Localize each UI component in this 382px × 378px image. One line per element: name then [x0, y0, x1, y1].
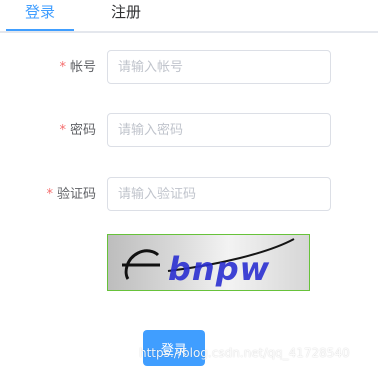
login-button[interactable]: 登录 [143, 330, 205, 366]
active-tab-indicator [6, 29, 74, 31]
captcha-graphic: bnpw [122, 238, 295, 288]
captcha-image[interactable]: bnpw [107, 234, 310, 291]
tab-bar: 登录 注册 [0, 0, 378, 33]
captcha-row: * 验证码 [0, 177, 382, 213]
password-row: * 密码 [0, 113, 382, 149]
account-row: * 帐号 [0, 50, 382, 86]
required-mark: * [59, 60, 66, 75]
tab-register[interactable]: 注册 [92, 0, 160, 29]
password-input[interactable] [107, 113, 331, 147]
account-input[interactable] [107, 50, 331, 84]
tab-login[interactable]: 登录 [6, 0, 74, 29]
captcha-input[interactable] [107, 177, 331, 211]
required-mark: * [59, 123, 66, 138]
required-mark: * [46, 187, 53, 202]
captcha-label: * 验证码 [46, 187, 96, 202]
captcha-text: bnpw [168, 250, 270, 288]
password-label: * 密码 [59, 123, 96, 138]
login-page: 登录 注册 *帐号 *密码 *验证码 bnpw 登录 https://blog.… [0, 0, 382, 378]
account-label: * 帐号 [59, 60, 96, 75]
